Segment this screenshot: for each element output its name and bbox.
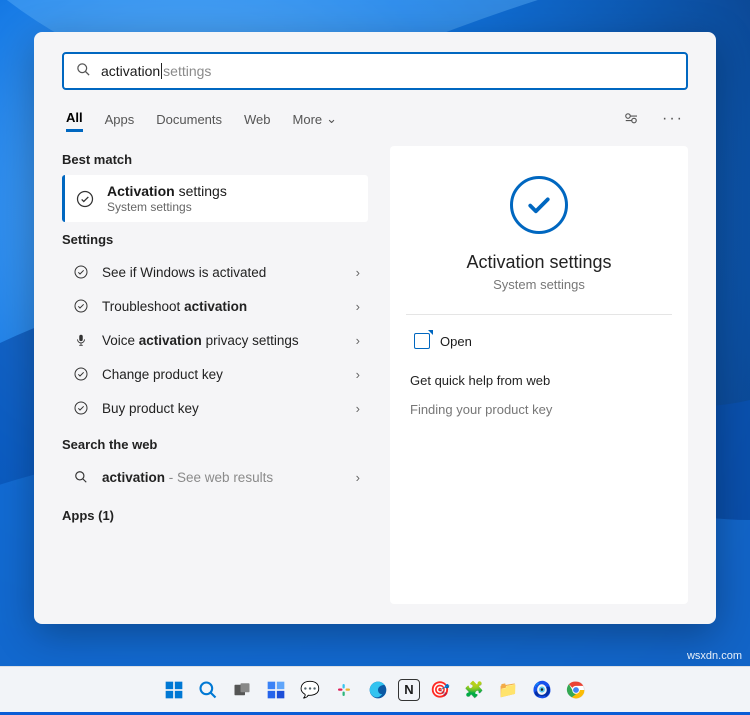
explorer-icon[interactable]: 📁 xyxy=(494,676,522,704)
section-search-web: Search the web xyxy=(62,437,368,452)
chevron-right-icon: › xyxy=(356,299,360,314)
chevron-right-icon: › xyxy=(356,367,360,382)
search-input[interactable]: activationsettings xyxy=(101,63,674,79)
settings-row-voice[interactable]: Voice activation privacy settings › xyxy=(62,323,368,357)
app-icon-1[interactable]: 🎯 xyxy=(426,676,454,704)
checkmark-icon xyxy=(75,189,95,209)
taskbar: 💬 N 🎯 🧩 📁 🧿 xyxy=(0,666,750,712)
app-icon-3[interactable]: 🧿 xyxy=(528,676,556,704)
chevron-down-icon: ⌄ xyxy=(326,111,337,127)
chevron-right-icon: › xyxy=(356,265,360,280)
settings-row-buy-key[interactable]: Buy product key › xyxy=(62,391,368,425)
search-settings-icon[interactable] xyxy=(622,110,640,128)
best-match-item[interactable]: Activation settings System settings xyxy=(62,175,368,222)
best-match-subtitle: System settings xyxy=(107,200,227,214)
checkmark-icon xyxy=(72,400,90,416)
checkmark-icon xyxy=(72,366,90,382)
open-action[interactable]: Open xyxy=(410,323,668,359)
preview-pane: Activation settings System settings Open… xyxy=(390,146,688,604)
tab-web[interactable]: Web xyxy=(244,108,271,131)
section-settings: Settings xyxy=(62,232,368,247)
web-search-row[interactable]: activation - See web results › xyxy=(62,460,368,494)
edge-icon[interactable] xyxy=(364,676,392,704)
more-options-icon[interactable]: ··· xyxy=(662,110,684,128)
search-icon xyxy=(76,62,91,80)
tab-documents[interactable]: Documents xyxy=(156,108,222,131)
text-cursor xyxy=(161,63,162,79)
chevron-right-icon: › xyxy=(356,470,360,485)
checkmark-icon xyxy=(72,298,90,314)
divider xyxy=(406,314,672,315)
quick-help-header: Get quick help from web xyxy=(410,373,668,388)
tab-all[interactable]: All xyxy=(66,106,83,132)
slack-icon[interactable] xyxy=(330,676,358,704)
quick-help-link[interactable]: Finding your product key xyxy=(410,402,668,417)
section-apps[interactable]: Apps (1) xyxy=(62,508,368,523)
chevron-right-icon: › xyxy=(356,333,360,348)
search-panel: activationsettings All Apps Documents We… xyxy=(34,32,716,624)
search-icon xyxy=(72,470,90,484)
filter-tabs: All Apps Documents Web More⌄ ··· xyxy=(62,106,688,132)
widgets-button[interactable] xyxy=(262,676,290,704)
best-match-title: Activation settings xyxy=(107,183,227,199)
chrome-icon[interactable] xyxy=(562,676,590,704)
teams-icon[interactable]: 💬 xyxy=(296,676,324,704)
preview-title: Activation settings xyxy=(466,252,611,273)
tab-apps[interactable]: Apps xyxy=(105,108,135,131)
results-list: Best match Activation settings System se… xyxy=(62,146,368,604)
checkmark-icon xyxy=(72,264,90,280)
microphone-icon xyxy=(72,333,90,347)
watermark: wsxdn.com xyxy=(687,650,742,662)
section-best-match: Best match xyxy=(62,152,368,167)
chevron-right-icon: › xyxy=(356,401,360,416)
open-icon xyxy=(414,333,430,349)
tab-more[interactable]: More⌄ xyxy=(293,107,338,131)
task-view-button[interactable] xyxy=(228,676,256,704)
app-icon-2[interactable]: 🧩 xyxy=(460,676,488,704)
settings-row-troubleshoot[interactable]: Troubleshoot activation › xyxy=(62,289,368,323)
settings-row-change-key[interactable]: Change product key › xyxy=(62,357,368,391)
search-box[interactable]: activationsettings xyxy=(62,52,688,90)
notion-icon[interactable]: N xyxy=(398,679,420,701)
settings-row-activated[interactable]: See if Windows is activated › xyxy=(62,255,368,289)
start-button[interactable] xyxy=(160,676,188,704)
search-button[interactable] xyxy=(194,676,222,704)
preview-subtitle: System settings xyxy=(493,277,585,292)
hero-check-icon xyxy=(510,176,568,234)
